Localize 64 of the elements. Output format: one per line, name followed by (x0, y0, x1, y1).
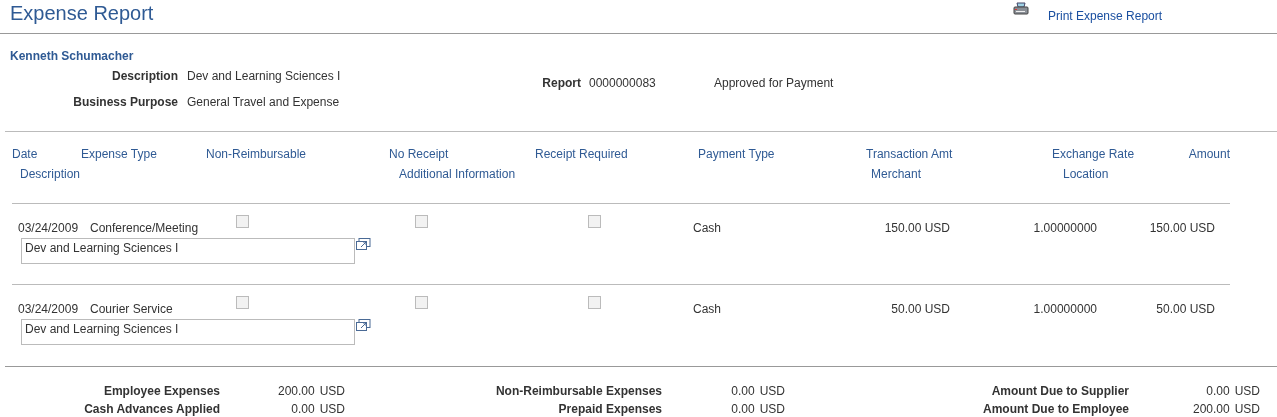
currency-code: USD (1234, 401, 1260, 417)
total-amount: 0.00 (1206, 383, 1230, 400)
description-field[interactable]: Dev and Learning Sciences I (21, 238, 355, 264)
column-header[interactable]: Description (20, 167, 399, 203)
checkbox[interactable] (236, 215, 249, 228)
total-amount: 0.00 (731, 401, 755, 417)
checkbox[interactable] (236, 296, 249, 309)
column-header[interactable]: Location (1063, 167, 1109, 203)
table-cell-text: 50.00 USD (890, 302, 950, 316)
table-cell-text: 03/24/2009 (18, 221, 80, 235)
column-header[interactable]: Amount (1187, 147, 1230, 161)
column-header[interactable]: Payment Type (698, 147, 866, 161)
column-header[interactable]: Additional Information (399, 167, 871, 203)
printer-icon[interactable] (1013, 2, 1029, 16)
column-header[interactable]: Receipt Required (535, 147, 698, 161)
table-cell-text: Cash (693, 302, 722, 316)
employee-name: Kenneth Schumacher (9, 48, 135, 63)
currency-code: USD (319, 383, 345, 400)
table-cell-text: 1.00000000 (1032, 302, 1097, 316)
popup-icon[interactable] (356, 238, 371, 250)
page-title: Expense Report (10, 1, 155, 25)
currency-code: USD (759, 383, 785, 400)
checkbox[interactable] (588, 215, 601, 228)
currency-code: USD (319, 401, 345, 417)
table-cell-text: Conference/Meeting (90, 221, 200, 235)
currency-code: USD (1234, 383, 1260, 400)
column-header[interactable]: Expense Type (81, 147, 206, 161)
checkbox[interactable] (588, 296, 601, 309)
total-label: Cash Advances Applied (83, 401, 220, 417)
total-label: Non-Reimbursable Expenses (494, 383, 662, 400)
checkbox[interactable] (415, 296, 428, 309)
table-cell-text: Cash (693, 221, 722, 235)
total-amount: 200.00 (1192, 401, 1230, 417)
table-cell-text: 150.00 USD (883, 221, 950, 235)
total-label: Amount Due to Supplier (990, 383, 1129, 400)
column-header[interactable]: Transaction Amt (866, 147, 1052, 161)
print-link[interactable]: Print Expense Report (1048, 9, 1163, 23)
field-label: Business Purpose (72, 95, 178, 109)
total-label: Amount Due to Employee (982, 401, 1129, 417)
table-cell-text: Courier Service (90, 302, 174, 316)
status-text: Approved for Payment (714, 76, 834, 92)
description-field[interactable]: Dev and Learning Sciences I (21, 319, 355, 345)
total-label: Prepaid Expenses (557, 401, 662, 417)
column-header[interactable]: Date (12, 147, 81, 161)
table-cell-text: 03/24/2009 (18, 302, 80, 316)
column-header[interactable]: No Receipt (389, 147, 535, 161)
table-cell-text: 50.00 USD (1155, 302, 1215, 316)
column-header[interactable]: Merchant (871, 167, 1063, 203)
total-label: Employee Expenses (102, 383, 220, 400)
table-cell-text: 150.00 USD (1148, 221, 1215, 235)
currency-code: USD (759, 401, 785, 417)
field-label: Description (111, 69, 178, 83)
field-value: 0000000083 (589, 76, 657, 92)
total-amount: 0.00 (291, 401, 315, 417)
checkbox[interactable] (415, 215, 428, 228)
popup-icon[interactable] (356, 319, 371, 331)
column-header[interactable]: Exchange Rate (1052, 147, 1187, 161)
total-amount: 0.00 (731, 383, 755, 400)
field-value: Dev and Learning Sciences I (187, 69, 341, 83)
total-amount: 200.00 (277, 383, 315, 400)
table-cell-text: 1.00000000 (1032, 221, 1097, 235)
field-value: General Travel and Expense (187, 95, 340, 109)
column-header[interactable]: Non-Reimbursable (206, 147, 389, 161)
field-label: Report (541, 76, 581, 92)
